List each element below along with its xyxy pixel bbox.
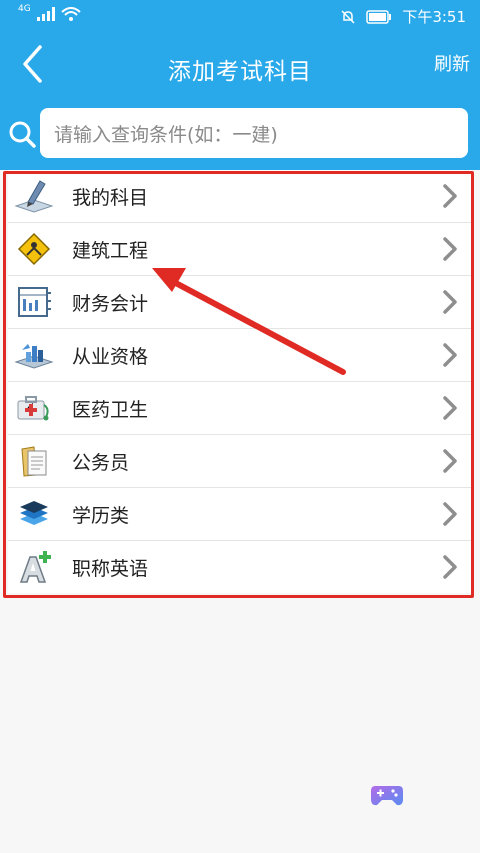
list-item-construction[interactable]: 建筑工程 (8, 223, 472, 276)
list-item-label: 建筑工程 (72, 239, 149, 262)
page-title: 添加考试科目 (168, 59, 312, 85)
graduation-layers-icon (12, 494, 56, 534)
ledger-icon (12, 282, 56, 322)
list-item-finance[interactable]: 财务会计 (8, 276, 472, 329)
certificate-stack-icon (12, 335, 56, 375)
category-list: 我的科目 建筑工程 财务会计 从业资格 医药卫生 公务员 学历类 职称英语 (8, 170, 472, 593)
letter-a-plus-icon (12, 547, 56, 587)
list-item-my-subjects[interactable]: 我的科目 (8, 170, 472, 223)
chevron-right-icon (443, 449, 457, 473)
status-left: 4G (18, 4, 81, 21)
clock: 下午3:51 (402, 8, 466, 26)
search-bar: 请输入查询条件(如：一建) (0, 98, 480, 170)
list-item-label: 医药卫生 (72, 398, 149, 421)
list-item-label: 从业资格 (72, 345, 149, 368)
refresh-button[interactable]: 刷新 (434, 50, 470, 76)
construction-sign-icon (12, 229, 56, 269)
list-item-label: 职称英语 (72, 557, 149, 580)
status-bar: 4G 下午3:51 (0, 0, 480, 34)
chevron-right-icon (443, 290, 457, 314)
search-placeholder: 请输入查询条件(如：一建) (54, 123, 278, 146)
signal-icon (36, 7, 55, 21)
chevron-right-icon (443, 396, 457, 420)
list-item-medical[interactable]: 医药卫生 (8, 382, 472, 435)
list-item-civil-servant[interactable]: 公务员 (8, 435, 472, 488)
battery-icon (366, 9, 392, 24)
search-input[interactable]: 请输入查询条件(如：一建) (40, 108, 468, 158)
mute-bell-icon (340, 9, 356, 25)
document-folder-icon (12, 441, 56, 481)
list-item-label: 财务会计 (72, 292, 149, 315)
list-item-label: 我的科目 (72, 186, 149, 209)
chevron-right-icon (443, 502, 457, 526)
wifi-icon (61, 7, 81, 21)
medical-kit-icon (12, 388, 56, 428)
list-item-qualification[interactable]: 从业资格 (8, 329, 472, 382)
network-type: 4G (18, 4, 31, 14)
chevron-right-icon (443, 343, 457, 367)
list-item-label: 学历类 (72, 504, 130, 527)
list-item-label: 公务员 (72, 451, 130, 474)
app-header: 添加考试科目 刷新 (0, 34, 480, 98)
status-right: 下午3:51 (340, 6, 466, 27)
pen-book-icon (12, 176, 56, 216)
list-item-education[interactable]: 学历类 (8, 488, 472, 541)
list-item-professional-english[interactable]: 职称英语 (8, 541, 472, 593)
gamepad-icon[interactable] (370, 782, 404, 808)
search-icon[interactable] (8, 120, 36, 148)
chevron-right-icon (443, 184, 457, 208)
chevron-right-icon (443, 237, 457, 261)
chevron-right-icon (443, 555, 457, 579)
